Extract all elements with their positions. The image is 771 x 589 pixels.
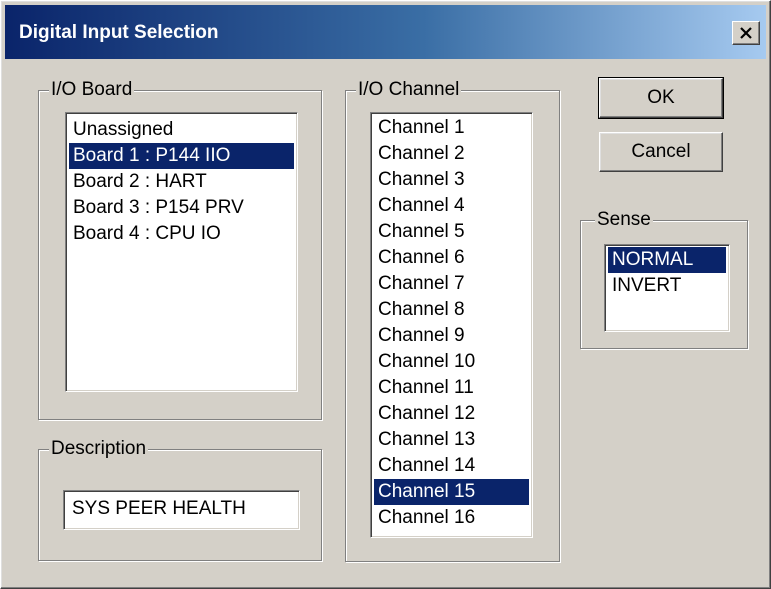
sense-list-item[interactable]: INVERT bbox=[608, 273, 726, 299]
io-channel-list-item[interactable]: Channel 16 bbox=[374, 505, 529, 531]
io-channel-list-item[interactable]: Channel 6 bbox=[374, 245, 529, 271]
io-board-list-item[interactable]: Unassigned bbox=[69, 117, 294, 143]
sense-label: Sense bbox=[595, 209, 653, 231]
io-channel-list-item[interactable]: Channel 4 bbox=[374, 193, 529, 219]
io-board-list[interactable]: Unassigned Board 1 : P144 IIO Board 2 : HA… bbox=[65, 112, 298, 392]
ok-button[interactable]: OK bbox=[598, 77, 724, 119]
io-channel-list-item[interactable]: Channel 1 bbox=[374, 115, 529, 141]
description-field[interactable]: SYS PEER HEALTH bbox=[63, 490, 300, 530]
io-channel-list-item[interactable]: Channel 3 bbox=[374, 167, 529, 193]
io-channel-label: I/O Channel bbox=[356, 79, 462, 101]
io-channel-list-item[interactable]: Channel 11 bbox=[374, 375, 529, 401]
io-channel-list-item[interactable]: Channel 9 bbox=[374, 323, 529, 349]
description-group: Description SYS PEER HEALTH bbox=[38, 438, 322, 561]
io-channel-list[interactable]: Channel 1 Channel 2 Channel 3 Channel 4 Chan… bbox=[370, 112, 533, 538]
window-title: Digital Input Selection bbox=[19, 22, 219, 43]
dialog-window: Digital Input Selection I/O Board Unassi… bbox=[0, 0, 771, 589]
io-channel-list-item[interactable]: Channel 15 bbox=[374, 479, 529, 505]
io-channel-list-item[interactable]: Channel 14 bbox=[374, 453, 529, 479]
io-channel-group: I/O Channel Channel 1 Channel 2 Channel 3C… bbox=[345, 79, 560, 562]
sense-list[interactable]: NORMAL INVERT bbox=[604, 244, 730, 332]
io-board-group: I/O Board Unassigned Board 1 : P144 IIO Bo… bbox=[38, 79, 322, 420]
cancel-button[interactable]: Cancel bbox=[599, 132, 723, 172]
io-channel-list-item[interactable]: Channel 12 bbox=[374, 401, 529, 427]
io-channel-list-item[interactable]: Channel 10 bbox=[374, 349, 529, 375]
io-board-label: I/O Board bbox=[49, 79, 135, 101]
sense-list-item[interactable]: NORMAL bbox=[608, 247, 726, 273]
title-bar[interactable]: Digital Input Selection bbox=[5, 5, 766, 59]
io-channel-list-item[interactable]: Channel 8 bbox=[374, 297, 529, 323]
io-channel-list-item[interactable]: Channel 2 bbox=[374, 141, 529, 167]
io-channel-list-item[interactable]: Channel 5 bbox=[374, 219, 529, 245]
io-channel-list-item[interactable]: Channel 7 bbox=[374, 271, 529, 297]
io-board-list-item[interactable]: Board 2 : HART bbox=[69, 169, 294, 195]
io-board-list-item[interactable]: Board 3 : P154 PRV bbox=[69, 195, 294, 221]
close-button[interactable] bbox=[732, 21, 760, 45]
io-channel-list-item[interactable]: Channel 13 bbox=[374, 427, 529, 453]
close-icon bbox=[739, 27, 753, 39]
io-board-list-item[interactable]: Board 4 : CPU IO bbox=[69, 221, 294, 247]
description-label: Description bbox=[49, 438, 149, 460]
sense-group: Sense NORMAL INVERT bbox=[580, 209, 748, 349]
io-board-list-item[interactable]: Board 1 : P144 IIO bbox=[69, 143, 294, 169]
